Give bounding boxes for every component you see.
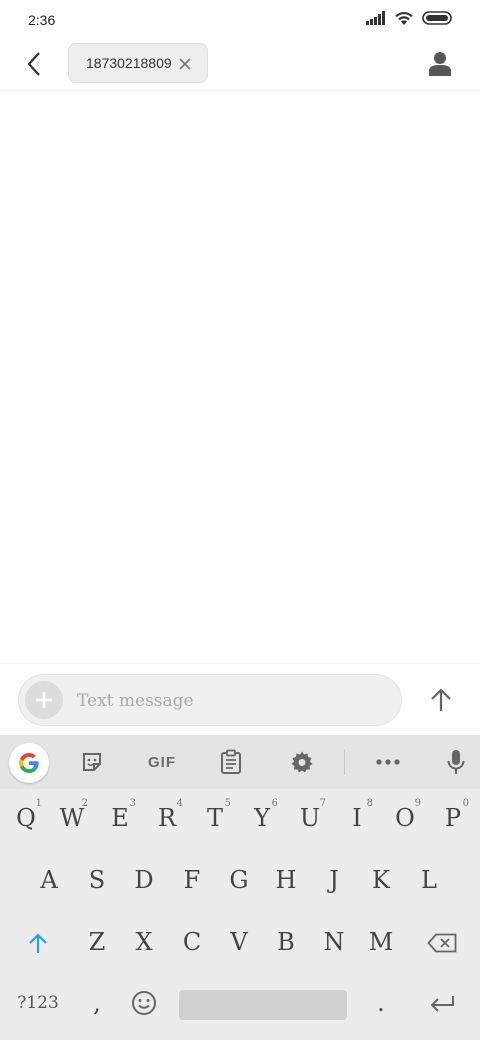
enter-icon <box>430 996 454 1012</box>
wifi-icon <box>395 12 413 25</box>
key-r[interactable]: R4 <box>145 790 189 846</box>
key-k[interactable]: K <box>359 852 403 908</box>
remove-recipient-icon[interactable] <box>177 56 193 72</box>
back-button[interactable] <box>18 48 50 80</box>
key-n[interactable]: N <box>312 914 356 970</box>
gif-label: GIF <box>148 753 176 771</box>
recipient-number: 18730218809 <box>86 55 172 71</box>
symbols-key[interactable]: ?123 <box>10 975 66 1031</box>
key-v[interactable]: V <box>217 914 261 970</box>
clipboard-icon <box>221 749 241 774</box>
send-button[interactable] <box>424 682 458 718</box>
key-y[interactable]: Y6 <box>240 790 284 846</box>
microphone-icon <box>447 750 465 774</box>
emoji-icon <box>132 991 156 1015</box>
space-key[interactable] <box>179 990 347 1020</box>
gear-icon <box>291 751 313 773</box>
person-icon <box>429 52 451 76</box>
gif-button[interactable]: GIF <box>141 743 183 781</box>
attach-button[interactable] <box>25 681 63 719</box>
key-p[interactable]: P0 <box>431 790 475 846</box>
key-f[interactable]: F <box>170 852 214 908</box>
status-bar: 2:36 <box>0 0 480 40</box>
key-u[interactable]: U7 <box>288 790 332 846</box>
status-time: 2:36 <box>28 12 56 28</box>
message-input[interactable] <box>75 683 389 719</box>
comma-key[interactable]: , <box>75 975 119 1031</box>
more-button[interactable] <box>368 743 408 781</box>
backspace-key[interactable] <box>418 915 466 971</box>
compose-field <box>18 674 402 726</box>
key-a[interactable]: A <box>27 852 71 908</box>
sticker-icon <box>83 753 101 771</box>
google-button[interactable] <box>9 743 49 783</box>
plus-icon <box>36 692 52 708</box>
keyboard-toolbar: GIF <box>0 735 480 789</box>
key-g[interactable]: G <box>217 852 261 908</box>
emoji-key[interactable] <box>122 975 166 1031</box>
conversation-header: 18730218809 <box>0 40 480 91</box>
enter-key[interactable] <box>418 975 466 1031</box>
key-o[interactable]: O9 <box>383 790 427 846</box>
shift-key[interactable] <box>16 915 60 971</box>
period-key[interactable]: . <box>359 975 403 1031</box>
keyboard: GIF Q 1 W 2 E 3 R 4 T 5 Y 6 U 7 I 8 O 9 … <box>0 735 480 1040</box>
key-i[interactable]: I8 <box>335 790 379 846</box>
sticker-button[interactable] <box>72 743 112 781</box>
toolbar-divider <box>344 749 345 775</box>
backspace-icon <box>427 933 457 953</box>
signal-icon <box>366 11 385 25</box>
key-d[interactable]: D <box>122 852 166 908</box>
voice-input-button[interactable] <box>436 743 476 781</box>
more-dots-icon <box>376 759 400 765</box>
key-t[interactable]: T5 <box>193 790 237 846</box>
settings-button[interactable] <box>282 743 322 781</box>
battery-icon <box>422 11 452 25</box>
key-m[interactable]: M <box>359 914 403 970</box>
key-b[interactable]: B <box>264 914 308 970</box>
clipboard-button[interactable] <box>211 743 251 781</box>
compose-bar <box>0 663 480 736</box>
recipient-chip[interactable]: 18730218809 <box>68 43 208 83</box>
back-arrow-icon <box>27 52 40 76</box>
message-thread <box>0 91 480 663</box>
key-c[interactable]: C <box>170 914 214 970</box>
google-icon <box>19 752 39 773</box>
send-arrow-icon <box>431 688 451 711</box>
key-z[interactable]: Z <box>75 914 119 970</box>
status-icons <box>366 10 454 26</box>
key-e[interactable]: E3 <box>98 790 142 846</box>
key-l[interactable]: L <box>407 852 451 908</box>
key-s[interactable]: S <box>75 852 119 908</box>
key-j[interactable]: J <box>312 852 356 908</box>
shift-arrow-icon <box>29 933 47 953</box>
key-h[interactable]: H <box>264 852 308 908</box>
contact-button[interactable] <box>424 48 456 80</box>
key-x[interactable]: X <box>122 914 166 970</box>
key-w[interactable]: W2 <box>50 790 94 846</box>
key-q[interactable]: Q1 <box>4 790 48 846</box>
